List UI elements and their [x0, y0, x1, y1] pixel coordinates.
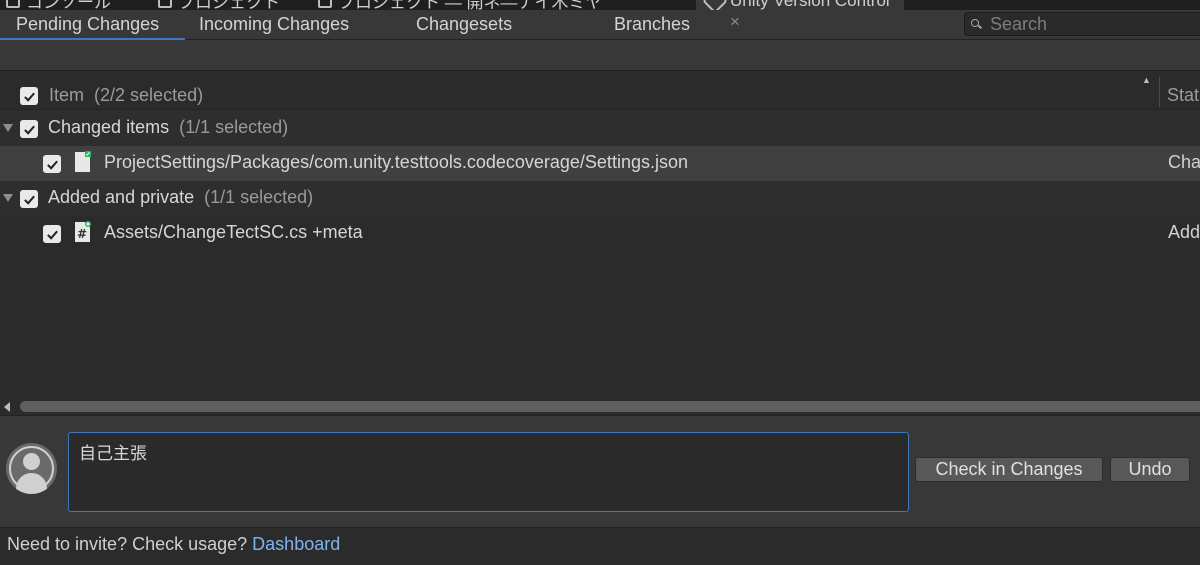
- scrollbar-thumb[interactable]: [20, 401, 1200, 412]
- console-icon: [6, 0, 20, 8]
- svg-text:#: #: [77, 227, 87, 241]
- check-icon: [46, 160, 58, 170]
- footer-message: Need to invite? Check usage? Dashboard: [7, 534, 341, 554]
- check-icon: [23, 195, 35, 205]
- item-column-header[interactable]: Item (2/2 selected): [49, 85, 203, 106]
- column-header: Item (2/2 selected) ▲ Stat: [0, 71, 1200, 110]
- avatar: [6, 443, 57, 494]
- item-path: Assets/ChangeTectSC.cs +meta: [104, 222, 363, 242]
- window-tab-unity-version-control[interactable]: Unity Version Control: [696, 0, 904, 10]
- item-checkbox[interactable]: [43, 155, 61, 173]
- group-checkbox[interactable]: [20, 120, 38, 138]
- window-tab-console[interactable]: コンソール: [6, 0, 111, 10]
- check-in-changes-button[interactable]: Check in Changes: [915, 457, 1103, 482]
- checkin-comment-field[interactable]: 自己主張: [68, 432, 909, 512]
- json-file-icon: [75, 151, 91, 172]
- search-box[interactable]: [964, 12, 1200, 36]
- table-row[interactable]: ProjectSettings/Packages/com.unity.testt…: [0, 146, 1200, 181]
- pending-changes-tree: Item (2/2 selected) ▲ Stat Changed items…: [0, 71, 1200, 398]
- checkin-panel: 自己主張 Check in Changes Undo: [0, 415, 1200, 527]
- group-checkbox[interactable]: [20, 190, 38, 208]
- tab-incoming-changes[interactable]: Incoming Changes: [199, 10, 349, 40]
- expand-triangle-icon[interactable]: [3, 124, 13, 132]
- group-row-added-and-private[interactable]: Added and private (1/1 selected): [0, 181, 1200, 216]
- status-column-header[interactable]: Stat: [1167, 85, 1199, 106]
- tab-pending-changes[interactable]: Pending Changes: [0, 10, 185, 40]
- dashboard-link[interactable]: Dashboard: [252, 534, 340, 554]
- folder-icon: [318, 0, 332, 8]
- item-status: Cha: [1168, 152, 1200, 172]
- horizontal-scrollbar[interactable]: [0, 398, 1200, 415]
- item-checkbox[interactable]: [43, 225, 61, 243]
- undo-button[interactable]: Undo: [1110, 457, 1190, 482]
- group-row-changed-items[interactable]: Changed items (1/1 selected): [0, 111, 1200, 146]
- view-tab-bar: Pending Changes Incoming Changes Changes…: [0, 10, 1200, 40]
- window-tab-strip: コンソール プロジェクト プロジェクト — 開ネ—ナイ木ミヤ Unity Ver…: [0, 0, 1200, 10]
- check-icon: [23, 125, 35, 135]
- tab-branches[interactable]: Branches: [614, 10, 690, 40]
- toolbar-band: [0, 41, 1200, 71]
- status-footer: Need to invite? Check usage? Dashboard: [0, 527, 1200, 565]
- csharp-script-icon: #: [75, 221, 91, 242]
- folder-icon: [158, 0, 172, 8]
- group-label: Changed items (1/1 selected): [48, 117, 289, 137]
- group-label: Added and private (1/1 selected): [48, 187, 314, 207]
- scroll-left-icon[interactable]: [4, 402, 10, 412]
- window-tab-project[interactable]: プロジェクト: [158, 0, 280, 10]
- select-all-checkbox[interactable]: [20, 87, 38, 105]
- tab-changesets[interactable]: Changesets: [416, 10, 512, 40]
- check-icon: [46, 230, 58, 240]
- search-input[interactable]: [990, 13, 1190, 35]
- column-divider[interactable]: [1159, 77, 1160, 107]
- window-tab-project-2[interactable]: プロジェクト — 開ネ—ナイ木ミヤ: [318, 0, 602, 10]
- close-tab-icon[interactable]: ×: [730, 12, 740, 32]
- check-icon: [23, 92, 35, 102]
- avatar-head: [23, 453, 40, 470]
- search-icon: [971, 18, 982, 30]
- item-path: ProjectSettings/Packages/com.unity.testt…: [104, 152, 688, 172]
- table-row[interactable]: # Assets/ChangeTectSC.cs +meta Add: [0, 216, 1200, 251]
- sort-ascending-icon: ▲: [1142, 75, 1151, 85]
- item-status: Add: [1168, 222, 1200, 242]
- expand-triangle-icon[interactable]: [3, 194, 13, 202]
- unity-version-control-icon: [702, 0, 728, 10]
